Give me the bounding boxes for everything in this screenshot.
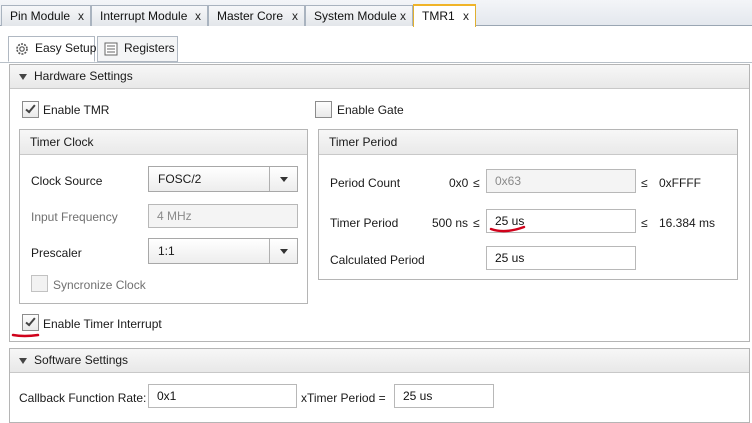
xtimer-period-label: xTimer Period = — [301, 391, 386, 405]
underline-mark-timer-period — [489, 225, 526, 233]
software-settings-section: Software Settings Callback Function Rate… — [9, 348, 750, 423]
collapse-triangle-icon[interactable] — [19, 358, 27, 364]
xtimer-period-field[interactable]: 25 us — [394, 384, 494, 408]
software-settings-header[interactable]: Software Settings — [10, 349, 749, 373]
underline-mark-interrupt — [11, 333, 40, 338]
section-title: Software Settings — [34, 353, 129, 367]
callback-rate-label: Callback Function Rate: — [19, 391, 147, 405]
callback-rate-field[interactable]: 0x1 — [148, 384, 297, 408]
